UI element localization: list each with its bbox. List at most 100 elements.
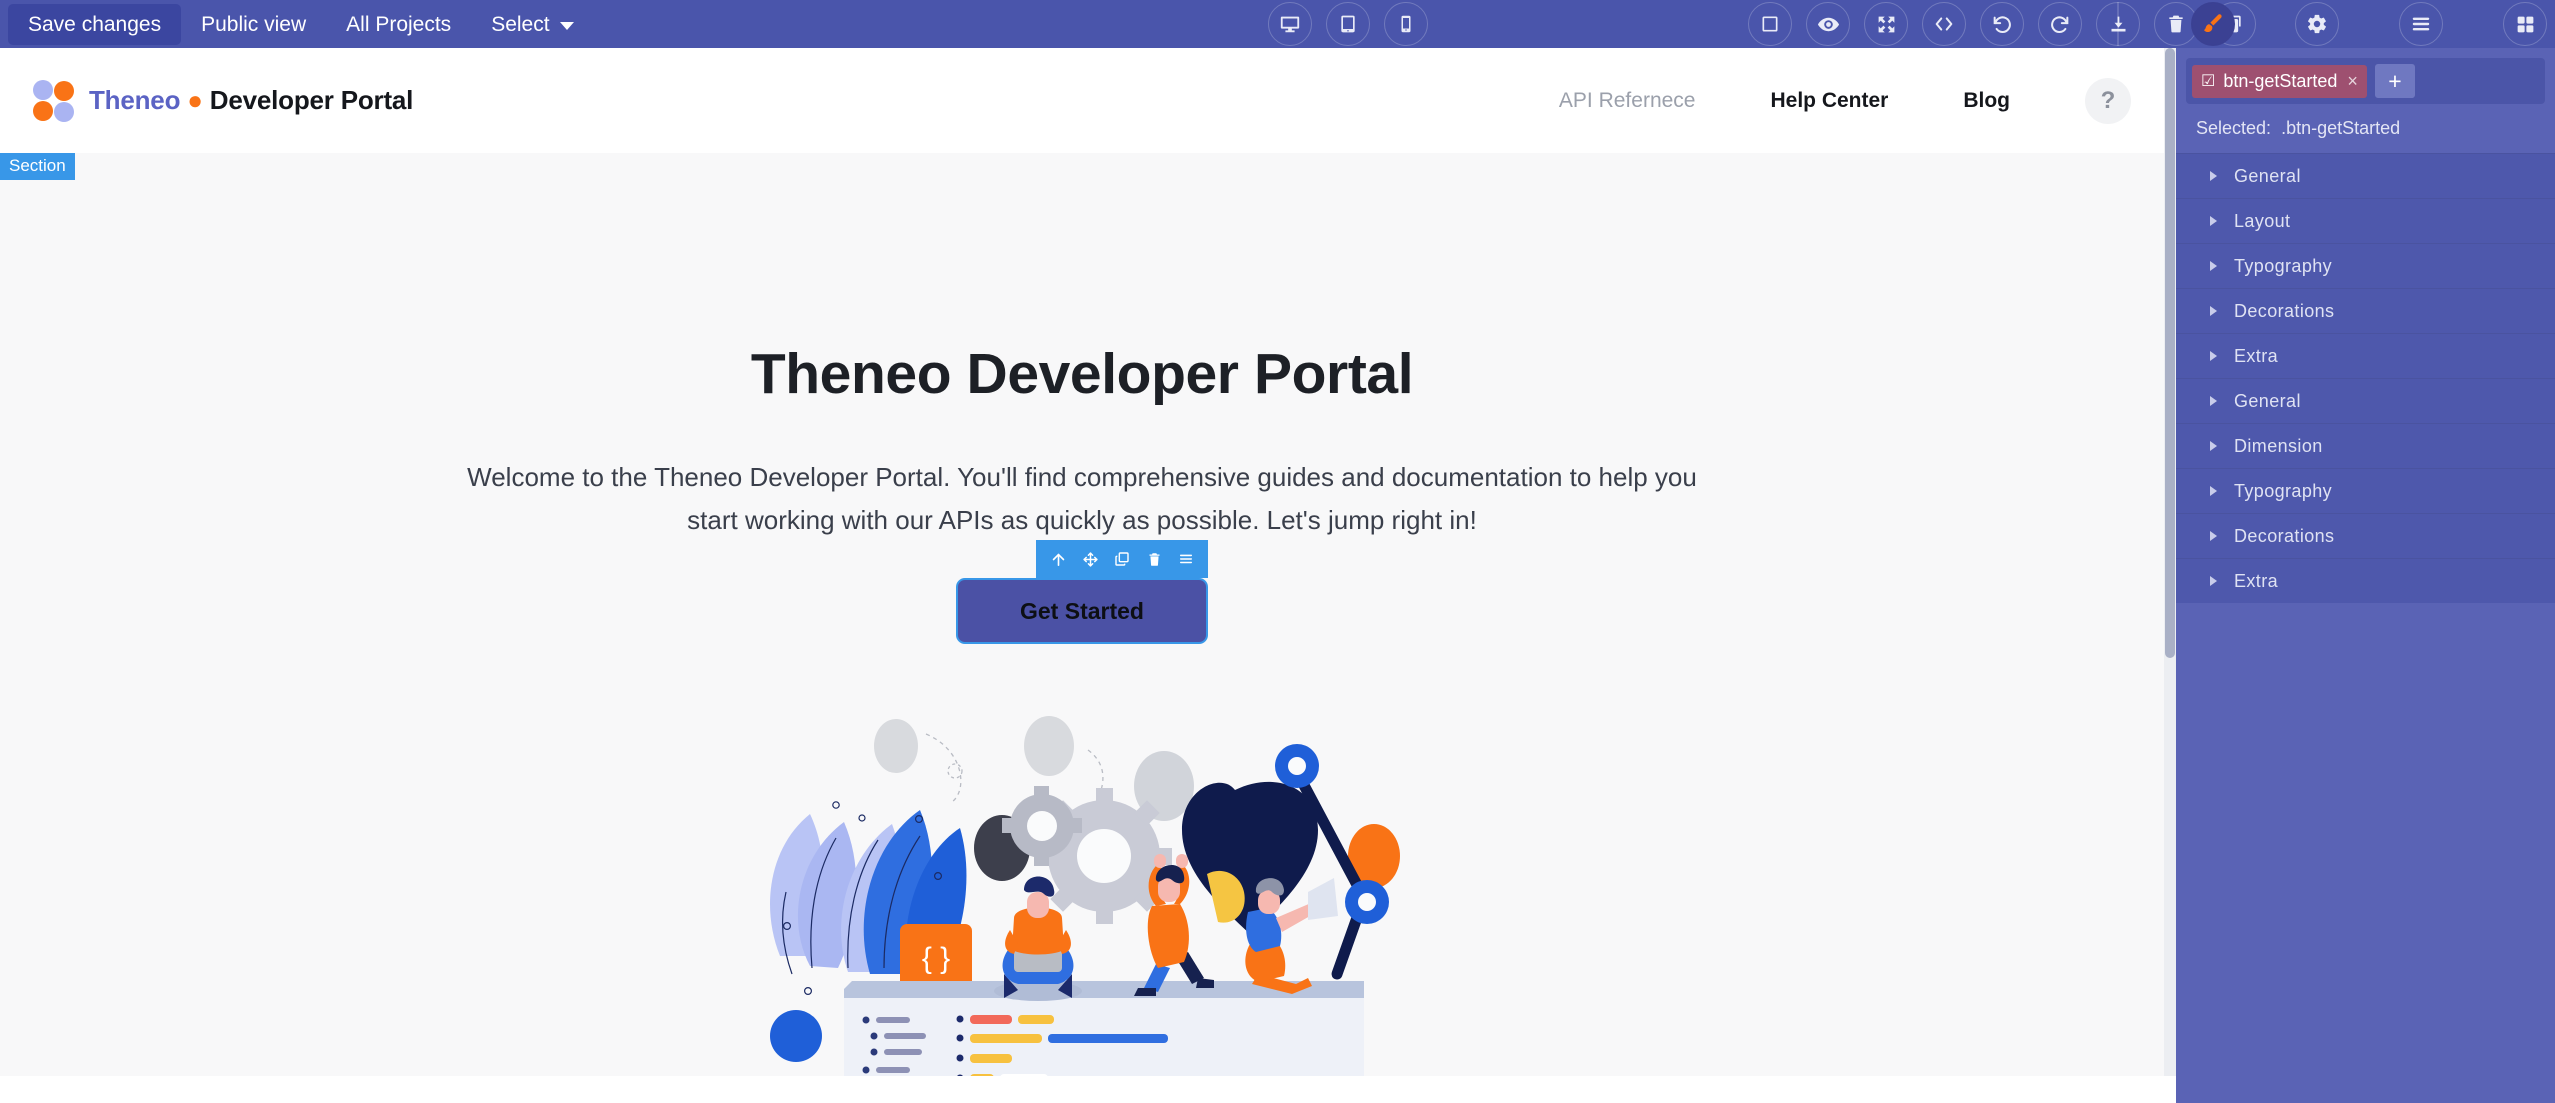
sector-dimension[interactable]: Dimension [2176, 423, 2555, 468]
hero-heading[interactable]: Theneo Developer Portal [0, 343, 2164, 406]
grid-icon [2517, 16, 2533, 32]
chevron-right-icon [2210, 351, 2217, 361]
panel-switcher-group [2105, 0, 2547, 48]
move-icon[interactable] [1074, 540, 1106, 578]
chevron-right-icon [2210, 441, 2217, 451]
sector-extra-2[interactable]: Extra [2176, 558, 2555, 603]
canvas-scrollbar[interactable] [2164, 48, 2176, 1076]
theneo-logo-icon [33, 79, 75, 122]
public-view-label: Public view [201, 12, 307, 36]
tablet-icon [1341, 15, 1355, 33]
select-parent-icon[interactable] [1042, 540, 1074, 578]
select-label: Select [491, 12, 550, 36]
code-view-button[interactable] [1922, 2, 1966, 46]
desktop-icon [1280, 16, 1300, 33]
device-switcher-group [1268, 0, 1428, 48]
toolbar-left-group: Save changes Public view All Projects Se… [0, 0, 594, 48]
site-navigation: API Refernece Help Center Blog ? [1559, 48, 2131, 153]
selected-section-badge: Section [0, 153, 75, 180]
cta-wrapper: Get Started [956, 540, 1208, 645]
select-dropdown[interactable]: Select [471, 4, 593, 45]
all-projects-label: All Projects [346, 12, 452, 36]
chevron-right-icon [2210, 171, 2217, 181]
hero-paragraph[interactable]: Welcome to the Theneo Developer Portal. … [457, 456, 1707, 543]
redo-button[interactable] [2038, 2, 2082, 46]
selected-value: .btn-getStarted [2281, 118, 2401, 138]
sector-label: Typography [2234, 255, 2333, 276]
canvas-scrollbar-thumb[interactable] [2165, 48, 2175, 658]
style-manager-button[interactable] [2191, 2, 2235, 46]
sector-decorations-2[interactable]: Decorations [2176, 513, 2555, 558]
sector-decorations-1[interactable]: Decorations [2176, 288, 2555, 333]
chevron-right-icon [2210, 531, 2217, 541]
sector-extra-1[interactable]: Extra [2176, 333, 2555, 378]
blocks-button[interactable] [2503, 2, 2547, 46]
sector-label: Dimension [2234, 435, 2323, 456]
sector-label: Typography [2234, 480, 2333, 501]
paint-brush-icon [2204, 14, 2222, 33]
preview-button[interactable] [1806, 2, 1850, 46]
gear-icon [2308, 14, 2326, 34]
sector-layout[interactable]: Layout [2176, 198, 2555, 243]
sector-label: Decorations [2234, 300, 2335, 321]
sector-typography-2[interactable]: Typography [2176, 468, 2555, 513]
sector-typography-1[interactable]: Typography [2176, 243, 2555, 288]
sector-general-2[interactable]: General [2176, 378, 2555, 423]
nav-link-help-center[interactable]: Help Center [1770, 89, 1888, 113]
copy-icon[interactable] [1106, 540, 1138, 578]
help-button[interactable]: ? [2085, 77, 2131, 124]
class-tag-btn-getstarted[interactable]: ☑ btn-getStarted × [2192, 64, 2367, 98]
hero-section[interactable]: Theneo Developer Portal Welcome to the T… [0, 153, 2164, 1076]
nav-link-blog[interactable]: Blog [1963, 89, 2010, 113]
brand-name: Theneo [89, 85, 181, 115]
sector-general-1[interactable]: General [2176, 153, 2555, 198]
desktop-view-button[interactable] [1268, 2, 1312, 46]
chevron-right-icon [2210, 261, 2217, 271]
component-editor-toolbar [1036, 540, 1208, 579]
brand-logo[interactable]: Theneo ● Developer Portal [33, 79, 413, 122]
code-icon [1935, 17, 1953, 31]
editor-canvas[interactable]: Theneo ● Developer Portal API Refernece He… [0, 48, 2164, 1076]
brand-title: Theneo ● Developer Portal [89, 85, 413, 116]
chevron-right-icon [2210, 216, 2217, 226]
close-icon[interactable]: × [2347, 71, 2358, 92]
site-header: Theneo ● Developer Portal API Refernece He… [0, 48, 2164, 153]
layer-manager-button[interactable] [2399, 2, 2443, 46]
fullscreen-icon [1878, 16, 1894, 32]
mobile-icon [1401, 15, 1411, 33]
mobile-view-button[interactable] [1384, 2, 1428, 46]
style-manager-panel: ☑ btn-getStarted × + Selected: .btn-getS… [2176, 48, 2555, 1103]
toolbar-divider [2117, 2, 2119, 46]
add-class-button[interactable]: + [2374, 64, 2415, 98]
selector-manager: ☑ btn-getStarted × + [2186, 58, 2545, 104]
sector-label: Decorations [2234, 525, 2335, 546]
delete-icon[interactable] [1138, 540, 1170, 578]
tablet-view-button[interactable] [1326, 2, 1370, 46]
chevron-right-icon [2210, 306, 2217, 316]
square-outline-icon [1762, 16, 1778, 32]
nav-link-api-reference[interactable]: API Refernece [1559, 89, 1696, 113]
public-view-button[interactable]: Public view [181, 4, 326, 45]
get-started-button[interactable]: Get Started [956, 578, 1208, 645]
sector-label: General [2234, 390, 2301, 411]
sector-label: Extra [2234, 345, 2279, 366]
redo-icon [2051, 16, 2069, 34]
settings-button[interactable] [2295, 2, 2339, 46]
save-changes-button[interactable]: Save changes [8, 3, 182, 45]
all-projects-button[interactable]: All Projects [326, 4, 471, 45]
undo-button[interactable] [1980, 2, 2024, 46]
undo-icon [1993, 16, 2011, 34]
fullscreen-button[interactable] [1864, 2, 1908, 46]
chevron-right-icon [2210, 576, 2217, 586]
sector-label: Extra [2234, 570, 2279, 591]
top-toolbar: Save changes Public view All Projects Se… [0, 0, 2555, 48]
developer-illustration: { } [752, 706, 1412, 1076]
checkbox-icon[interactable]: ☑ [2201, 71, 2215, 91]
sector-label: Layout [2234, 210, 2291, 231]
class-tag-label: btn-getStarted [2223, 70, 2338, 91]
menu-icon[interactable] [1170, 540, 1202, 578]
hamburger-icon [2412, 17, 2430, 31]
eye-icon [1817, 17, 1839, 31]
illustration-graphic: { } [770, 716, 1400, 1076]
borders-toggle-button[interactable] [1748, 2, 1792, 46]
